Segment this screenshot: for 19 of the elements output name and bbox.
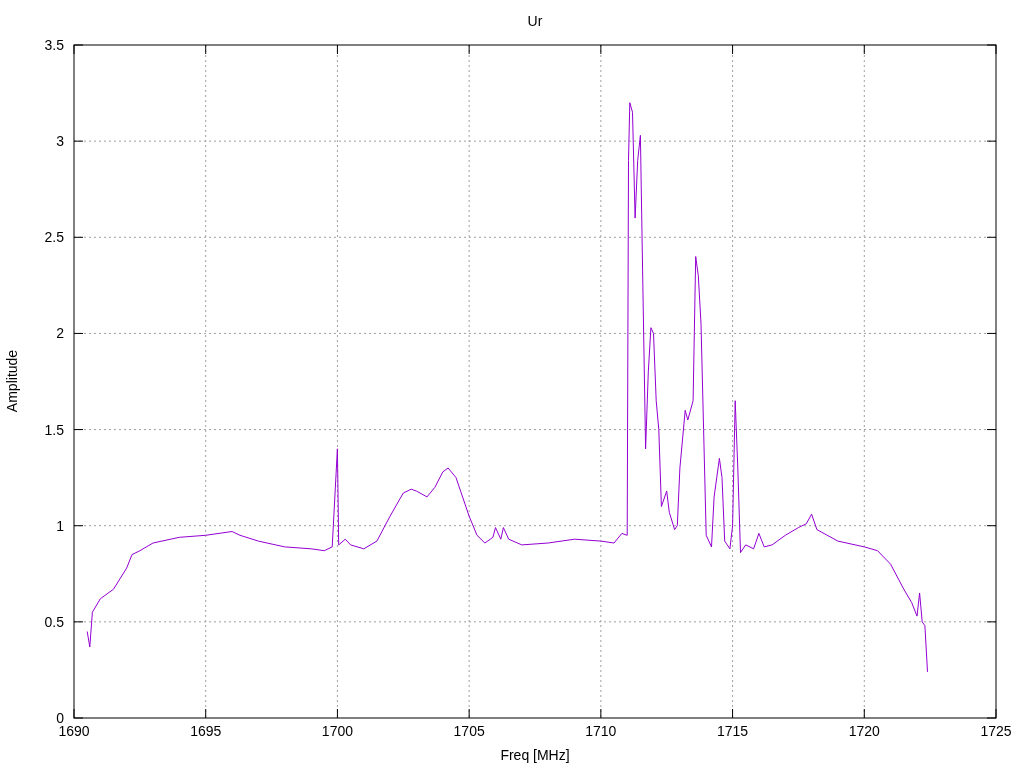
x-tick-label: 1715 xyxy=(717,723,749,739)
x-tick-label: 1695 xyxy=(190,723,222,739)
y-tick-label: 2 xyxy=(56,325,64,342)
y-tick-label: 0.5 xyxy=(44,613,64,630)
y-tick-label: 1 xyxy=(56,517,64,534)
chart-title: Ur xyxy=(527,13,543,29)
y-tick-label: 3 xyxy=(56,133,64,150)
x-tick-label: 1690 xyxy=(58,723,90,739)
y-axis-label: Amplitude xyxy=(4,349,20,413)
y-tick-label: 0 xyxy=(56,710,64,726)
x-tick-label: 1725 xyxy=(980,723,1012,739)
y-tick-label: 1.5 xyxy=(44,421,64,438)
x-tick-label: 1705 xyxy=(453,723,485,739)
x-axis-label: Freq [MHz] xyxy=(500,747,570,763)
x-tick-label: 1720 xyxy=(848,723,880,739)
x-tick-label: 1700 xyxy=(321,723,353,739)
y-tick-label: 3.5 xyxy=(44,37,64,53)
y-tick-label: 2.5 xyxy=(44,229,64,246)
x-tick-label: 1710 xyxy=(585,723,617,739)
